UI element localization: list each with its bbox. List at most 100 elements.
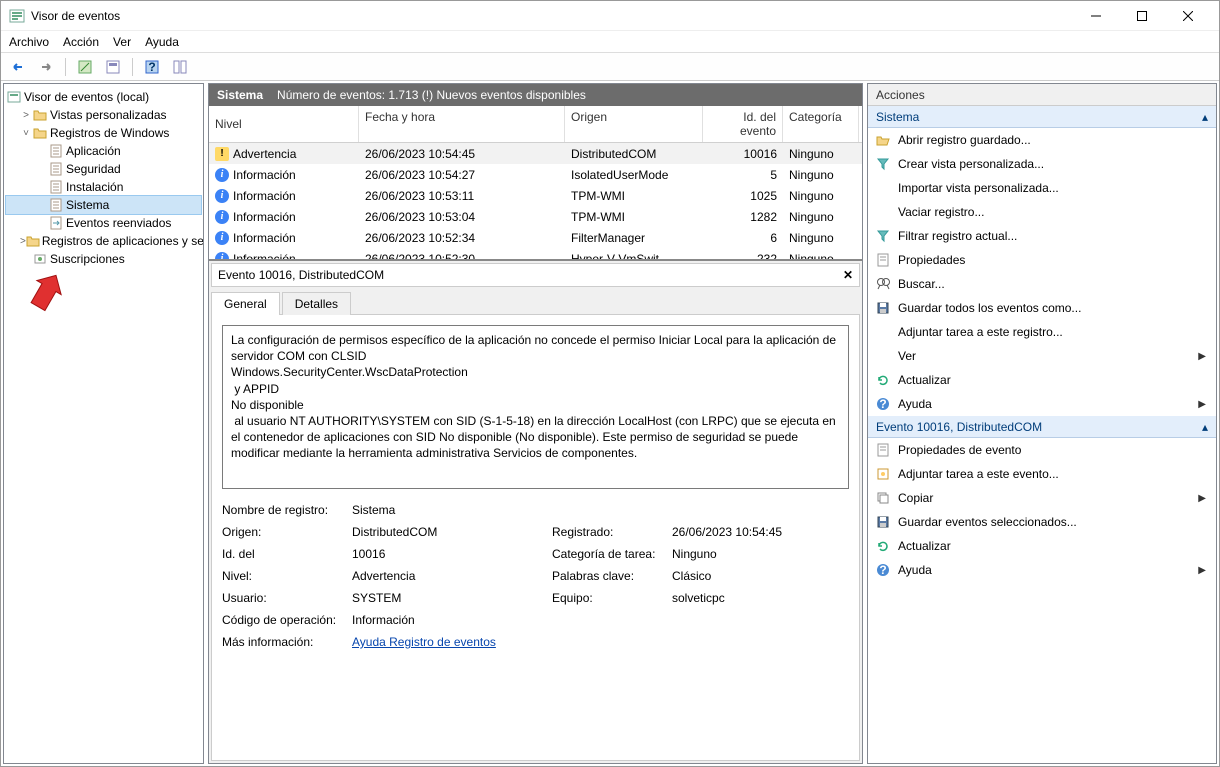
event-row[interactable]: Información26/06/2023 10:52:34FilterMana… — [209, 227, 862, 248]
menu-view[interactable]: Ver — [113, 35, 131, 49]
tree-panel[interactable]: Visor de eventos (local) ˃Vistas persona… — [3, 83, 204, 764]
cell-id: 1282 — [703, 210, 783, 224]
prop-label: Nombre de registro: — [222, 503, 352, 517]
tree-item[interactable]: ˅Registros de Windows — [6, 124, 201, 142]
back-button[interactable] — [7, 57, 29, 77]
tree-item[interactable]: Eventos reenviados — [6, 214, 201, 232]
menu-action[interactable]: Acción — [63, 35, 99, 49]
cell-level: Información — [233, 231, 296, 245]
action-item[interactable]: Crear vista personalizada... — [868, 152, 1216, 176]
action-item[interactable]: ?Ayuda▶ — [868, 558, 1216, 582]
action-item[interactable]: Guardar eventos seleccionados... — [868, 510, 1216, 534]
tree-item[interactable]: ˃Registros de aplicaciones y servicios — [6, 232, 201, 250]
titlebar: Visor de eventos — [1, 1, 1219, 31]
tree-root[interactable]: Visor de eventos (local) — [6, 88, 201, 106]
close-button[interactable] — [1165, 1, 1211, 31]
prop-label: Equipo: — [552, 591, 672, 605]
tool-btn-1[interactable] — [74, 57, 96, 77]
action-label: Abrir registro guardado... — [898, 133, 1206, 147]
prop-value: Sistema — [352, 503, 552, 517]
blank-icon — [874, 204, 892, 220]
action-label: Actualizar — [898, 373, 1206, 387]
help-link[interactable]: Ayuda Registro de eventos — [352, 635, 552, 649]
action-item[interactable]: Vaciar registro... — [868, 200, 1216, 224]
cell-source: TPM-WMI — [565, 210, 703, 224]
event-grid[interactable]: Nivel Fecha y hora Origen Id. del evento… — [209, 106, 862, 260]
cell-id: 10016 — [703, 147, 783, 161]
log-icon — [48, 143, 64, 159]
tool-btn-2[interactable] — [102, 57, 124, 77]
event-row[interactable]: Advertencia26/06/2023 10:54:45Distribute… — [209, 143, 862, 164]
grid-header[interactable]: Nivel Fecha y hora Origen Id. del evento… — [209, 106, 862, 143]
menu-help[interactable]: Ayuda — [145, 35, 179, 49]
col-date[interactable]: Fecha y hora — [359, 106, 565, 142]
action-item[interactable]: Actualizar — [868, 534, 1216, 558]
event-row[interactable]: Información26/06/2023 10:53:04TPM-WMI128… — [209, 206, 862, 227]
action-item[interactable]: Filtrar registro actual... — [868, 224, 1216, 248]
submenu-arrow-icon: ▶ — [1198, 493, 1206, 504]
action-label: Guardar eventos seleccionados... — [898, 515, 1206, 529]
action-item[interactable]: Adjuntar tarea a este evento... — [868, 462, 1216, 486]
cell-level: Información — [233, 252, 296, 260]
action-item[interactable]: Actualizar — [868, 368, 1216, 392]
cell-date: 26/06/2023 10:54:27 — [359, 168, 565, 182]
col-level[interactable]: Nivel — [209, 106, 359, 142]
tab-details[interactable]: Detalles — [282, 292, 351, 315]
col-category[interactable]: Categoría — [783, 106, 859, 142]
tree-toggle-icon[interactable]: ˅ — [20, 128, 32, 139]
event-row[interactable]: Información26/06/2023 10:52:30Hyper-V-Vm… — [209, 248, 862, 259]
tree-item[interactable]: ˃Vistas personalizadas — [6, 106, 201, 124]
prop-value: Advertencia — [352, 569, 552, 583]
action-item[interactable]: Copiar▶ — [868, 486, 1216, 510]
tool-btn-3[interactable] — [169, 57, 191, 77]
action-item[interactable]: Buscar... — [868, 272, 1216, 296]
cell-id: 5 — [703, 168, 783, 182]
tree-toggle-icon[interactable]: ˃ — [20, 110, 32, 121]
tree-item[interactable]: Aplicación — [6, 142, 201, 160]
cell-id: 1025 — [703, 189, 783, 203]
action-item[interactable]: Ver▶ — [868, 344, 1216, 368]
svg-text:?: ? — [148, 60, 155, 74]
action-label: Crear vista personalizada... — [898, 157, 1206, 171]
event-description[interactable]: La configuración de permisos específico … — [222, 325, 849, 489]
maximize-button[interactable] — [1119, 1, 1165, 31]
tree-item[interactable]: Sistema — [6, 196, 201, 214]
tree-item[interactable]: Suscripciones — [6, 250, 201, 268]
action-item[interactable]: Propiedades de evento — [868, 438, 1216, 462]
action-item[interactable]: Importar vista personalizada... — [868, 176, 1216, 200]
event-row[interactable]: Información26/06/2023 10:53:11TPM-WMI102… — [209, 185, 862, 206]
grid-body[interactable]: Advertencia26/06/2023 10:54:45Distribute… — [209, 143, 862, 259]
tab-general[interactable]: General — [211, 292, 280, 315]
cell-category: Ninguno — [783, 231, 859, 245]
tree-item[interactable]: Instalación — [6, 178, 201, 196]
action-item[interactable]: Propiedades — [868, 248, 1216, 272]
detail-panel: Evento 10016, DistributedCOM ✕ General D… — [209, 260, 862, 763]
task-icon — [874, 466, 892, 482]
filter-icon — [874, 228, 892, 244]
action-item[interactable]: ?Ayuda▶ — [868, 392, 1216, 416]
col-source[interactable]: Origen — [565, 106, 703, 142]
menu-file[interactable]: Archivo — [9, 35, 49, 49]
action-item[interactable]: Adjuntar tarea a este registro... — [868, 320, 1216, 344]
event-row[interactable]: Información26/06/2023 10:54:27IsolatedUs… — [209, 164, 862, 185]
action-label: Importar vista personalizada... — [898, 181, 1206, 195]
action-item[interactable]: Guardar todos los eventos como... — [868, 296, 1216, 320]
window-title: Visor de eventos — [31, 9, 1073, 23]
tree-item-label: Instalación — [66, 180, 123, 194]
action-item[interactable]: Abrir registro guardado... — [868, 128, 1216, 152]
detail-close-icon[interactable]: ✕ — [843, 268, 853, 282]
actions-section-event[interactable]: Evento 10016, DistributedCOM ▴ — [868, 416, 1216, 438]
col-id[interactable]: Id. del evento — [703, 106, 783, 142]
help-button[interactable]: ? — [141, 57, 163, 77]
actions-section-sistema[interactable]: Sistema ▴ — [868, 106, 1216, 128]
cell-date: 26/06/2023 10:53:11 — [359, 189, 565, 203]
forward-button[interactable] — [35, 57, 57, 77]
detail-header: Evento 10016, DistributedCOM ✕ — [211, 263, 860, 287]
svg-text:?: ? — [879, 563, 886, 577]
minimize-button[interactable] — [1073, 1, 1119, 31]
menubar: Archivo Acción Ver Ayuda — [1, 31, 1219, 53]
search-icon — [874, 276, 892, 292]
tree-item[interactable]: Seguridad — [6, 160, 201, 178]
log-fwd-icon — [48, 215, 64, 231]
refresh-icon — [874, 372, 892, 388]
